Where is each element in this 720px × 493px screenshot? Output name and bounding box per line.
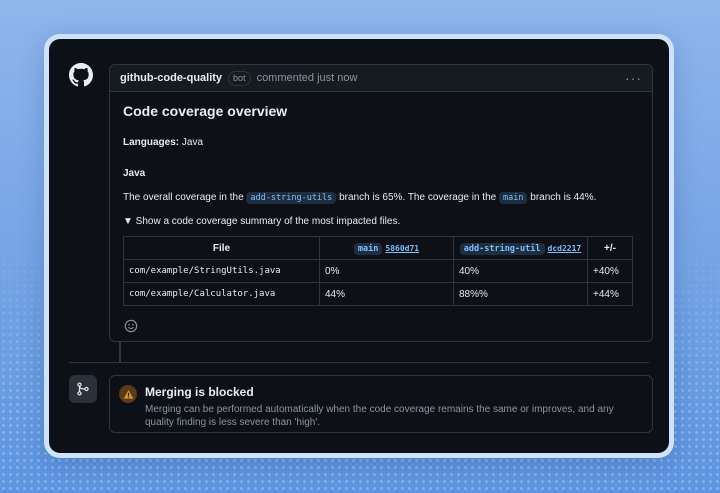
github-logo-icon (69, 63, 93, 87)
pull-request-timeline: github-code-quality bot commented just n… (49, 39, 669, 453)
base-branch-code: main (499, 192, 528, 204)
coverage-table: File main 5860d71 add-string-util dcd2217 … (123, 236, 633, 306)
col-head-branch: add-string-util dcd2217 (453, 236, 588, 260)
cell-file: com/example/Calculator.java (123, 282, 320, 306)
merge-status-icon-box (69, 375, 97, 403)
languages-label: Languages: (123, 137, 180, 148)
merge-status-description: Merging can be performed automatically w… (145, 404, 614, 428)
report-title: Code coverage overview (123, 103, 288, 119)
kebab-menu-icon[interactable]: ··· (625, 71, 642, 85)
head-sha-link[interactable]: dcd2217 (548, 244, 582, 253)
window-frame: github-code-quality bot commented just n… (44, 34, 674, 458)
warning-icon (119, 385, 137, 403)
main-branch-code: main (353, 242, 383, 255)
smiley-icon[interactable] (124, 319, 138, 333)
cell-file: com/example/StringUtils.java (123, 259, 320, 283)
cell-main: 44% (319, 282, 454, 306)
para-part-1: The overall coverage in the (123, 192, 244, 203)
head-branch-code: add-string-utils (246, 192, 337, 204)
bot-badge: bot (228, 70, 251, 86)
comment-author[interactable]: github-code-quality (120, 72, 222, 84)
table-header-row: File main 5860d71 add-string-util dcd2217 … (123, 236, 633, 260)
merge-status-title: Merging is blocked (145, 385, 254, 399)
section-heading: Java (123, 168, 146, 179)
cell-delta: +44% (587, 282, 633, 306)
para-part-3: branch is 44%. (530, 192, 597, 203)
comment-header: github-code-quality bot commented just n… (110, 65, 652, 92)
para-part-2: branch is 65%. The coverage in the (339, 192, 497, 203)
languages-line: Languages: Java (123, 137, 639, 148)
merge-status-box: Merging is blocked Merging can be perfor… (109, 375, 653, 433)
timeline-connector (119, 342, 121, 362)
col-file: File (123, 236, 320, 260)
table-row: com/example/StringUtils.java 0% 40% +40% (123, 259, 633, 283)
git-branch-icon (77, 382, 89, 396)
col-delta: +/- (587, 236, 633, 260)
main-sha-link[interactable]: 5860d71 (385, 244, 419, 253)
cell-main: 0% (319, 259, 454, 283)
cell-delta: +40% (587, 259, 633, 283)
timeline-divider (69, 362, 649, 363)
table-row: com/example/Calculator.java 44% 88%% +44… (123, 282, 633, 306)
col-main-branch: main 5860d71 (319, 236, 454, 260)
comment-body: Code coverage overview Languages: Java J… (110, 103, 652, 306)
coverage-summary-text: The overall coverage in the add-string-u… (123, 190, 639, 206)
cell-head: 88%% (453, 282, 588, 306)
head-branch-code: add-string-util (459, 242, 545, 255)
details-toggle[interactable]: ▼ Show a code coverage summary of the mo… (123, 216, 639, 227)
languages-value: Java (179, 137, 204, 148)
comment-timestamp[interactable]: commented just now (257, 72, 358, 84)
bot-comment: github-code-quality bot commented just n… (109, 64, 653, 342)
cell-head: 40% (453, 259, 588, 283)
